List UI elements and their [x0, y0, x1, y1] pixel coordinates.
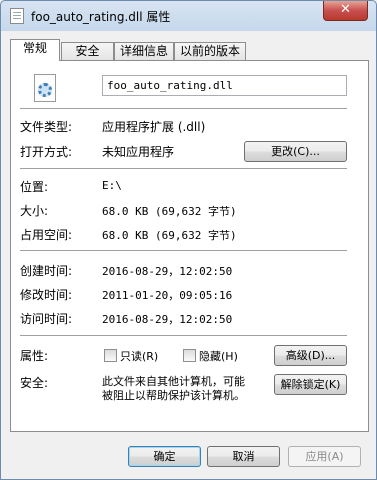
dll-gear-icon: [34, 74, 56, 102]
file-icon: [10, 8, 24, 24]
apply-button[interactable]: 应用(A): [288, 446, 361, 467]
location-label: 位置:: [20, 180, 49, 194]
size-on-disk-label: 占用空间:: [20, 228, 73, 242]
title-bar[interactable]: foo_auto_rating.dll 属性 ✕: [1, 1, 376, 31]
security-label: 安全:: [20, 376, 49, 390]
file-name-field[interactable]: foo_auto_rating.dll: [102, 75, 347, 96]
close-button[interactable]: ✕: [323, 1, 368, 21]
file-type-label: 文件类型:: [20, 120, 73, 134]
tab-security[interactable]: 安全: [61, 42, 114, 61]
created-value: 2016-08-29，12:02:50: [102, 265, 233, 278]
readonly-label[interactable]: 只读(R): [120, 348, 158, 364]
separator: [20, 108, 347, 109]
tab-general[interactable]: 常规: [10, 39, 60, 61]
accessed-label: 访问时间:: [20, 312, 73, 326]
separator: [20, 250, 347, 251]
window-title: foo_auto_rating.dll 属性: [31, 10, 171, 24]
advanced-button[interactable]: 高级(D)...: [274, 345, 347, 366]
size-label: 大小:: [20, 204, 49, 218]
tab-details[interactable]: 详细信息: [114, 42, 174, 61]
modified-label: 修改时间:: [20, 288, 73, 302]
created-label: 创建时间:: [20, 264, 73, 278]
tab-strip: 常规 安全 详细信息 以前的版本: [10, 39, 370, 61]
hidden-checkbox[interactable]: [183, 349, 196, 362]
separator: [20, 335, 347, 336]
file-type-value: 应用程序扩展 (.dll): [102, 120, 206, 134]
ok-button[interactable]: 确定: [128, 446, 201, 467]
accessed-value: 2016-08-29，12:02:50: [102, 313, 233, 326]
attributes-label: 属性:: [20, 349, 49, 363]
hidden-label[interactable]: 隐藏(H): [199, 348, 238, 364]
opens-with-value: 未知应用程序: [102, 145, 175, 159]
properties-dialog: foo_auto_rating.dll 属性 ✕ 常规 安全 详细信息 以前的版…: [0, 0, 377, 480]
tab-previous-versions[interactable]: 以前的版本: [174, 42, 246, 61]
unblock-button[interactable]: 解除锁定(K): [274, 374, 347, 395]
location-value: E:\: [102, 179, 122, 192]
security-text-line2: 被阻止以帮助保护该计算机。: [102, 389, 245, 402]
size-on-disk-value: 68.0 KB (69,632 字节): [102, 229, 237, 242]
opens-with-label: 打开方式:: [20, 145, 73, 159]
separator: [20, 168, 347, 169]
readonly-checkbox[interactable]: [104, 349, 117, 362]
size-value: 68.0 KB (69,632 字节): [102, 205, 237, 218]
cancel-button[interactable]: 取消: [207, 446, 280, 467]
modified-value: 2011-01-20，09:05:16: [102, 289, 233, 302]
change-button[interactable]: 更改(C)...: [244, 141, 347, 162]
